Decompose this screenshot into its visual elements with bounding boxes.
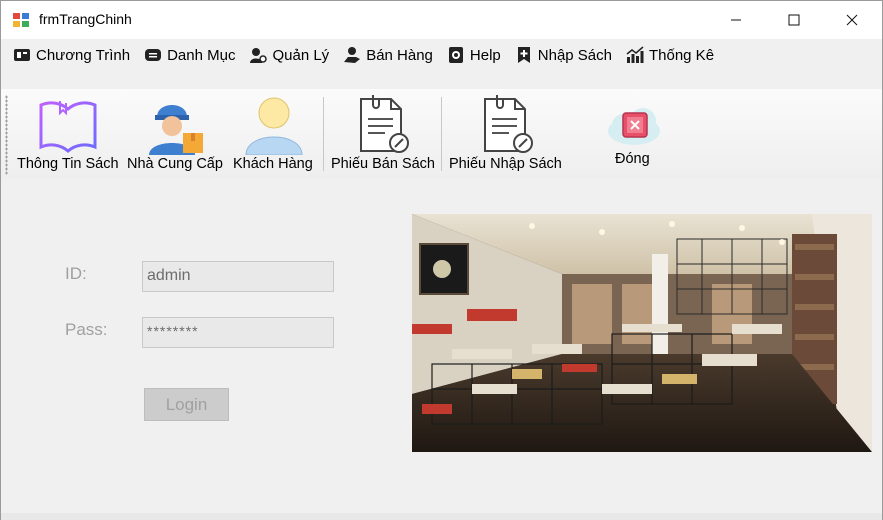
khach-hang-button[interactable]: Khách Hàng: [231, 89, 317, 179]
menu-label: Quản Lý: [272, 46, 330, 64]
sales-slip-document-icon: [360, 95, 409, 153]
menu-label: Help: [469, 46, 501, 64]
supplier-worker-icon: [149, 105, 203, 155]
toolbar-grip[interactable]: [5, 95, 8, 175]
toolbar-label: Phiếu Nhập Sách: [449, 156, 562, 172]
menu-item-ban-hang[interactable]: Bán Hàng: [337, 41, 441, 69]
menu-label: Bán Hàng: [366, 46, 433, 64]
dong-close-button[interactable]: Đóng: [601, 89, 667, 179]
menu-item-thong-ke[interactable]: Thống Kê: [620, 41, 722, 69]
manage-icon: [250, 48, 268, 63]
toolbar-separator: [441, 97, 442, 171]
toolbar-label: Nhà Cung Cấp: [127, 156, 223, 172]
status-strip: [1, 513, 882, 520]
menu-item-chuong-trinh[interactable]: Chương Trình: [7, 41, 138, 69]
password-input[interactable]: ********: [142, 317, 334, 348]
toolbar-label: Đóng: [615, 151, 650, 167]
close-button[interactable]: [823, 1, 881, 39]
category-icon: [145, 49, 162, 61]
minimize-button[interactable]: [707, 1, 765, 39]
statistics-icon: [626, 46, 644, 63]
import-slip-document-icon: [484, 95, 533, 153]
window-title: frmTrangChinh: [39, 11, 132, 27]
customer-user-icon: [245, 97, 303, 155]
menu-label: Chương Trình: [36, 46, 131, 64]
toolbar-label: Thông Tin Sách: [17, 156, 119, 172]
menu-label: Thống Kê: [648, 46, 715, 64]
help-icon: [448, 47, 463, 63]
menu-item-nhap-sach[interactable]: Nhập Sách: [509, 41, 620, 69]
close-icon: [846, 14, 858, 26]
maximize-icon: [788, 14, 800, 26]
menu-item-quan-ly[interactable]: Quản Lý: [243, 41, 337, 69]
menu-label: Nhập Sách: [537, 46, 612, 64]
toolbar-label: Khách Hàng: [233, 156, 313, 172]
toolbar-label: Phiếu Bán Sách: [331, 156, 435, 172]
minimize-icon: [731, 19, 741, 21]
app-form-icon: [13, 13, 29, 27]
menu-item-help[interactable]: Help: [441, 41, 509, 69]
login-button[interactable]: Login: [144, 388, 229, 421]
close-cloud-icon: [608, 108, 660, 145]
maximize-button[interactable]: [765, 1, 823, 39]
program-icon: [14, 49, 30, 61]
phieu-nhap-sach-button[interactable]: Phiếu Nhập Sách: [447, 89, 565, 179]
menu-label: Danh Mục: [167, 46, 236, 64]
thong-tin-sach-button[interactable]: Thông Tin Sách: [13, 89, 123, 179]
nha-cung-cap-button[interactable]: Nhà Cung Cấp: [125, 89, 229, 179]
menu-bar: Chương Trình Danh Mục Quản Lý Bán Hàng H…: [1, 39, 882, 71]
toolbar: Thông Tin Sách Nhà Cung Cấp Khách Hàng P…: [1, 89, 882, 179]
id-input[interactable]: admin: [142, 261, 334, 292]
toolbar-separator: [323, 97, 324, 171]
password-label: Pass:: [65, 320, 108, 339]
menu-item-danh-muc[interactable]: Danh Mục: [138, 41, 243, 69]
open-book-icon: [39, 101, 97, 153]
bookstore-photo: [412, 214, 872, 452]
phieu-ban-sach-button[interactable]: Phiếu Bán Sách: [329, 89, 435, 179]
id-label: ID:: [65, 264, 87, 283]
title-bar: frmTrangChinh: [1, 1, 882, 39]
import-books-icon: [517, 47, 530, 63]
sales-icon: [344, 47, 361, 63]
